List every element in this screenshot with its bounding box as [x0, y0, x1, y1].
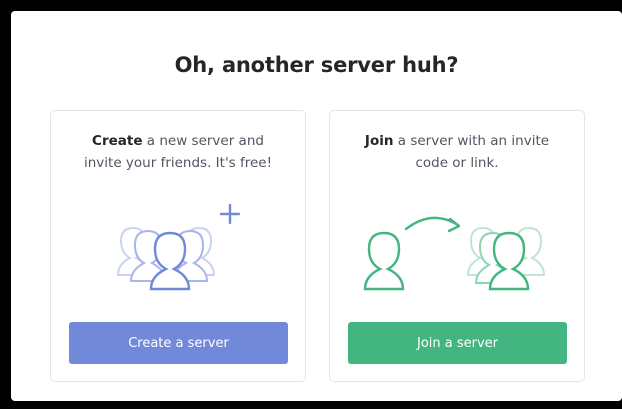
join-server-button[interactable]: Join a server	[348, 322, 567, 364]
create-card-description: Create a new server and invite your frie…	[61, 130, 295, 174]
create-text-line1: a new server and	[142, 133, 264, 149]
users-plus-icon	[116, 203, 241, 291]
create-server-button[interactable]: Create a server	[69, 322, 288, 364]
user-arrow-group-icon	[363, 216, 546, 291]
join-highlight: Join	[364, 133, 394, 149]
join-text-line2: code or link.	[415, 155, 499, 171]
join-server-card: Join a server with an invite code or lin…	[329, 110, 585, 382]
join-text-line1: a server with an invite	[393, 133, 550, 149]
create-text-line2: invite your friends. It's free!	[83, 155, 273, 171]
modal-title: Oh, another server huh?	[174, 53, 459, 77]
create-server-card: Create a new server and invite your frie…	[50, 110, 306, 382]
join-card-description: Join a server with an invite code or lin…	[340, 130, 574, 174]
create-or-join-modal: Oh, another server huh? Create a new ser…	[11, 11, 622, 401]
create-highlight: Create	[92, 133, 143, 149]
